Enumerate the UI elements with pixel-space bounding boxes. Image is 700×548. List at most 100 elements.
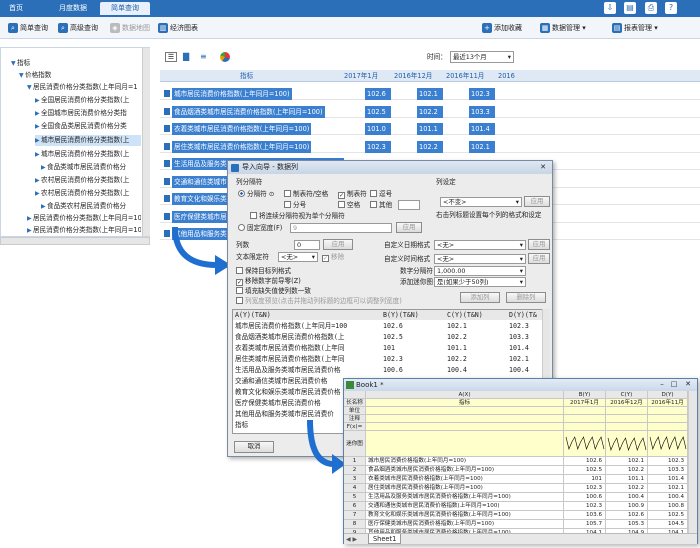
preview-col-header[interactable]: B(Y)(T&N)	[383, 310, 419, 320]
table-row[interactable]: 衣着类城市居民消费价格指数(上年同月=100) 101.0 101.1 101.4	[160, 123, 700, 135]
meta-cell[interactable]	[366, 423, 564, 431]
col-header[interactable]: 2017年1月	[344, 70, 378, 82]
indicator-cell[interactable]: 生活用品及服务类城市居民消费价格指数(上年同月=100)	[366, 493, 564, 502]
sidebar-h-scrollbar[interactable]	[0, 237, 150, 245]
row-number[interactable]: 2	[344, 466, 366, 475]
meta-cell[interactable]	[366, 407, 564, 415]
sep-other-input[interactable]	[398, 200, 420, 210]
row-number[interactable]: 1	[344, 457, 366, 466]
time-format-select[interactable]: <无> ▾	[434, 254, 526, 264]
value-cell[interactable]: 102.5	[564, 466, 606, 475]
sparkline-cell[interactable]	[648, 431, 688, 457]
col-settings-select[interactable]: <不变> ▾	[440, 197, 522, 207]
download-icon[interactable]: ⇩	[604, 2, 616, 14]
sep-opt-semicolon[interactable]: 分号	[284, 201, 306, 210]
sparkline-cell[interactable]	[606, 431, 648, 457]
data-manage-button[interactable]: ▦ 数据管理 ▾	[540, 21, 586, 35]
value-cell[interactable]: 102.1	[417, 88, 443, 100]
row-number[interactable]: 4	[344, 484, 366, 493]
preview-col-header[interactable]: A(Y)(T&N)	[235, 310, 271, 320]
fill-missing-checkbox[interactable]: 填充缺失值使列数一致	[236, 287, 311, 296]
long-name-cell[interactable]: 指标	[366, 399, 564, 407]
apply-button[interactable]: 应用	[396, 222, 422, 233]
table-view-icon[interactable]: ☰	[165, 52, 177, 62]
indicator-cell[interactable]: 食品烟酒类城市居民消费价格指数(上年同月=100)	[172, 105, 325, 118]
value-cell[interactable]: 101.4	[469, 123, 495, 135]
value-cell[interactable]: 100.4	[606, 493, 648, 502]
value-cell[interactable]: 101	[564, 475, 606, 484]
meta-cell[interactable]	[606, 415, 648, 423]
value-cell[interactable]: 101.4	[648, 475, 688, 484]
report-manage-button[interactable]: ▤ 报表管理 ▾	[612, 21, 658, 35]
indicator-cell[interactable]: 城市居民消费价格指数(上年同月=100)	[172, 88, 292, 100]
apply-col-button[interactable]: 应用	[524, 196, 550, 207]
print-icon[interactable]: ⎙	[645, 2, 657, 14]
tree-item[interactable]: ▶全国食品类居民消费价格分类	[35, 121, 141, 132]
column-header[interactable]: C(Y)	[606, 391, 648, 399]
pie-chart-icon[interactable]	[220, 52, 230, 62]
add-column-button[interactable]: 添加列	[460, 292, 500, 303]
simple-query-button[interactable]: ⌕ 简单查询	[8, 21, 48, 35]
tab-home[interactable]: 首页	[4, 2, 28, 15]
value-cell[interactable]: 103.3	[648, 466, 688, 475]
indicator-cell[interactable]: 食品烟酒类城市居民消费价格指数(上年同月=100)	[366, 466, 564, 475]
time-select[interactable]: 最近13个月 ▾	[450, 51, 514, 63]
long-name-cell[interactable]: 2016年12月	[606, 399, 648, 407]
num-sep-select[interactable]: 1,000.00 ▾	[434, 266, 526, 276]
col-header[interactable]: 2016年12月	[394, 70, 432, 82]
value-cell[interactable]: 102.2	[606, 466, 648, 475]
tree-item-selected[interactable]: ▶城市居民消费价格分类指数(上	[35, 135, 141, 146]
remove-checkbox[interactable]: ✓ 移除	[322, 253, 344, 262]
value-cell[interactable]: 102.3	[469, 88, 495, 100]
fixed-width-input[interactable]: 9	[290, 223, 392, 233]
row-number[interactable]: 3	[344, 475, 366, 484]
sep-opt-comma[interactable]: 逗号	[370, 190, 392, 199]
meta-row-header[interactable]: 注释	[344, 415, 366, 423]
tree-item[interactable]: ▼居民消费价格分类指数(上年同月=1	[27, 82, 141, 93]
minimize-icon[interactable]: –	[657, 380, 667, 389]
export-icon[interactable]: ▤	[624, 2, 636, 14]
tree-item[interactable]: ▶全国居民消费价格分类指数(上	[35, 95, 141, 106]
meta-cell[interactable]	[648, 423, 688, 431]
tree-item[interactable]: ▶居民消费价格分类指数(上年同月=100)	[27, 213, 141, 224]
col-header-indicator[interactable]: 指标	[240, 70, 253, 82]
col-count-input[interactable]: 0	[294, 240, 320, 250]
col-header[interactable]: 2016	[498, 70, 515, 82]
date-format-select[interactable]: <无> ▾	[434, 240, 526, 250]
value-cell[interactable]: 102.3	[564, 502, 606, 511]
tree-item[interactable]: ▶农村居民消费价格分类指数(上	[35, 175, 141, 186]
row-number[interactable]: 8	[344, 520, 366, 529]
value-cell[interactable]: 100.4	[648, 493, 688, 502]
value-cell[interactable]: 101.0	[365, 123, 391, 135]
advanced-query-button[interactable]: ⌕ 高级查询	[58, 21, 98, 35]
meta-row-header[interactable]: 长名称	[344, 399, 366, 407]
indicator-cell[interactable]: 城市居民消费价格指数(上年同月=100)	[366, 457, 564, 466]
value-cell[interactable]: 102.1	[606, 457, 648, 466]
sep-opt-tab[interactable]: ✓ 制表符	[338, 190, 367, 199]
tree-item[interactable]: ▼指标	[11, 58, 141, 69]
keep-format-checkbox[interactable]: 保持目标列格式	[236, 267, 291, 276]
table-row[interactable]: 城市居民消费价格指数(上年同月=100) 102.6 102.1 102.3	[160, 88, 700, 100]
sep-radio[interactable]: 分隔符 ⊙	[238, 190, 274, 199]
sep-opt-tabspace[interactable]: 制表符/空格	[284, 190, 328, 199]
value-cell[interactable]: 104.5	[648, 520, 688, 529]
worksheet-v-scrollbar[interactable]	[688, 391, 697, 533]
long-name-cell[interactable]: 2016年11月	[648, 399, 688, 407]
meta-row-header[interactable]: 单位	[344, 407, 366, 415]
sep-opt-other[interactable]: 其他	[370, 201, 392, 210]
indicator-cell[interactable]: 居住类城市居民消费价格指数(上年同月=100)	[366, 484, 564, 493]
column-header[interactable]: B(Y)	[564, 391, 606, 399]
tab-monthly-data[interactable]: 月度数据	[48, 2, 98, 15]
indicator-cell[interactable]: 医疗保健类城市居民	[172, 210, 236, 223]
value-cell[interactable]: 105.7	[564, 520, 606, 529]
sep-merge-checkbox[interactable]: 将连续分隔符视为单个分隔符	[250, 212, 345, 221]
value-cell[interactable]: 102.3	[648, 457, 688, 466]
meta-row-header[interactable]: 迷你图	[344, 431, 366, 457]
column-header[interactable]: D(Y)	[648, 391, 688, 399]
add-favorite-button[interactable]: + 添加收藏	[482, 21, 522, 35]
meta-cell[interactable]	[564, 415, 606, 423]
sheet-tab[interactable]: Sheet1	[368, 534, 402, 544]
indicator-cell[interactable]: 医疗保健类城市居民消费价格指数(上年同月=100)	[366, 520, 564, 529]
value-cell[interactable]: 100.8	[648, 502, 688, 511]
long-name-cell[interactable]: 2017年1月	[564, 399, 606, 407]
